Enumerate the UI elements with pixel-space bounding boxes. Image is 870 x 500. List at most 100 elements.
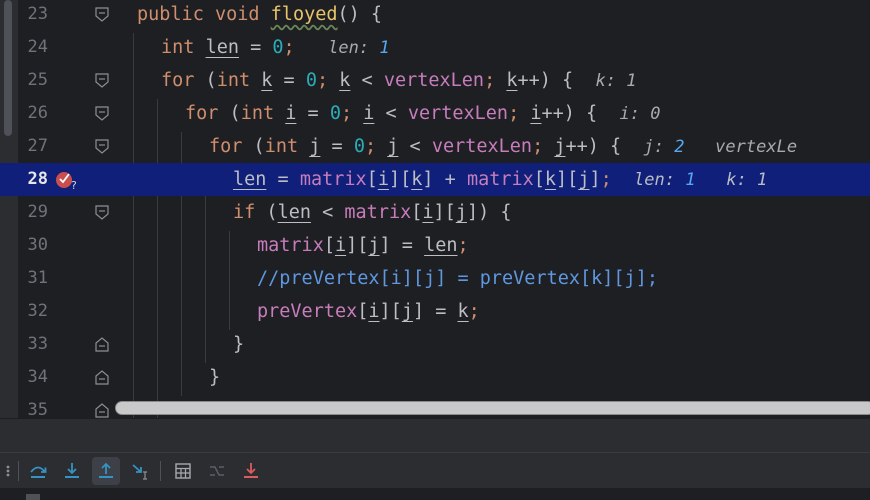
step-into-icon[interactable] xyxy=(58,457,86,485)
code-text: < xyxy=(310,202,345,223)
code-text: ++) { xyxy=(541,103,598,124)
variable: k xyxy=(339,70,351,91)
line-number[interactable]: 28 xyxy=(18,163,48,196)
code-text: = xyxy=(266,169,300,190)
code-line[interactable]: 32 preVertex[i][j] = k; xyxy=(0,295,870,328)
code-text: ][ xyxy=(388,169,412,190)
line-number[interactable]: 30 xyxy=(18,229,48,262)
code-text: + xyxy=(433,169,467,190)
number-literal: 0 xyxy=(305,70,317,91)
code-text: < xyxy=(374,103,408,124)
inline-debug-value: i: 0 xyxy=(619,104,661,124)
code-line[interactable]: 30 matrix[i][j] = len; xyxy=(0,229,870,262)
run-to-cursor-icon[interactable] xyxy=(126,457,154,485)
code-line[interactable]: 33 } xyxy=(0,328,870,361)
status-strip xyxy=(0,488,870,500)
debug-toolbar xyxy=(0,452,870,488)
number-literal: 0 xyxy=(272,37,284,58)
variable: i xyxy=(377,169,389,190)
evaluate-expression-icon[interactable] xyxy=(169,457,197,485)
variable: i xyxy=(363,103,375,124)
keyword: for xyxy=(161,70,195,91)
breakpoint-icon[interactable]: ? xyxy=(55,169,79,191)
line-number[interactable]: 33 xyxy=(18,328,48,361)
code-line[interactable]: 23 public void floyed() { xyxy=(0,0,870,31)
fold-open-icon[interactable] xyxy=(95,106,109,121)
horizontal-scrollbar-thumb[interactable] xyxy=(115,401,870,415)
code-line[interactable]: 24 int len = 0; len: 1 xyxy=(0,31,870,64)
more-icon[interactable] xyxy=(0,457,18,485)
variable: j xyxy=(554,136,566,157)
fold-open-icon[interactable] xyxy=(95,205,109,220)
semicolon: ; xyxy=(468,301,480,322)
fold-open-icon[interactable] xyxy=(95,139,109,154)
code-text: ] xyxy=(379,235,391,256)
variable: j xyxy=(368,235,380,256)
variable: i xyxy=(422,202,434,223)
variable: i xyxy=(530,103,542,124)
step-over-icon[interactable] xyxy=(24,457,52,485)
line-number[interactable]: 35 xyxy=(18,394,48,418)
code-line[interactable]: 27 for (int j = 0; j < vertexLen; j++) {… xyxy=(0,130,870,163)
code-text: ]) { xyxy=(466,202,512,223)
trace-current-stream-icon[interactable] xyxy=(203,457,231,485)
code-text: ][ xyxy=(433,202,456,223)
code-text: ( xyxy=(194,70,217,91)
current-execution-line[interactable]: 28 ? len = matrix[i][k] + matrix[k][j]; … xyxy=(0,163,870,196)
field: preVertex xyxy=(257,301,358,322)
line-number[interactable]: 25 xyxy=(18,64,48,97)
closing-brace: } xyxy=(209,367,221,388)
force-step-icon[interactable] xyxy=(237,457,265,485)
fold-open-icon[interactable] xyxy=(95,73,109,88)
variable: k xyxy=(261,70,273,91)
fold-close-icon[interactable] xyxy=(95,337,109,352)
code-text: = xyxy=(424,301,458,322)
code-text: = xyxy=(238,37,273,58)
variable: k xyxy=(411,169,423,190)
code-text: ++) { xyxy=(565,136,622,157)
variable: j xyxy=(401,301,413,322)
variable: k xyxy=(506,70,518,91)
line-number[interactable]: 23 xyxy=(18,0,48,31)
line-number[interactable]: 34 xyxy=(18,361,48,394)
line-number[interactable]: 27 xyxy=(18,130,48,163)
code-editor[interactable]: 23 public void floyed() { 24 int len = 0… xyxy=(0,0,870,418)
keyword: public xyxy=(137,4,204,25)
field: matrix xyxy=(344,202,412,223)
field: vertexLen xyxy=(431,136,533,157)
code-line[interactable]: 26 for (int i = 0; i < vertexLen; i++) {… xyxy=(0,97,870,130)
line-number[interactable]: 32 xyxy=(18,295,48,328)
code-line[interactable]: 25 for (int k = 0; k < vertexLen; k++) {… xyxy=(0,64,870,97)
code-text: ( xyxy=(255,202,278,223)
line-number[interactable]: 31 xyxy=(18,262,48,295)
variable: i xyxy=(334,235,347,256)
fold-close-icon[interactable] xyxy=(95,370,109,385)
line-number[interactable]: 29 xyxy=(18,196,48,229)
inline-debug-value: j: 2 vertexLe xyxy=(643,137,798,157)
keyword: if xyxy=(233,202,256,223)
code-text: [ xyxy=(366,169,378,190)
field: matrix xyxy=(257,235,324,256)
semicolon: ; xyxy=(316,70,329,91)
line-comment: //preVertex[i][j] = preVertex[k][j]; xyxy=(257,268,658,289)
variable: len xyxy=(277,202,311,223)
semicolon: ; xyxy=(508,103,520,124)
variable: k xyxy=(457,301,469,322)
semicolon: ; xyxy=(484,70,496,91)
code-text: ++) { xyxy=(517,70,574,91)
code-line[interactable]: 34 } xyxy=(0,361,870,394)
fold-close-icon[interactable] xyxy=(95,403,109,418)
fold-open-icon[interactable] xyxy=(95,7,109,22)
code-line[interactable]: 29 if (len < matrix[i][j]) { xyxy=(0,196,870,229)
tool-window-tab[interactable] xyxy=(26,494,40,500)
code-text: = xyxy=(390,235,425,256)
variable: j xyxy=(578,169,590,190)
code-line[interactable]: 31 //preVertex[i][j] = preVertex[k][j]; xyxy=(0,262,870,295)
number-literal: 0 xyxy=(329,103,341,124)
line-number[interactable]: 26 xyxy=(18,97,48,130)
step-out-icon[interactable] xyxy=(92,457,120,485)
field: matrix xyxy=(299,169,367,190)
code-text: ] xyxy=(412,301,425,322)
semicolon: ; xyxy=(283,37,295,58)
line-number[interactable]: 24 xyxy=(18,31,48,64)
